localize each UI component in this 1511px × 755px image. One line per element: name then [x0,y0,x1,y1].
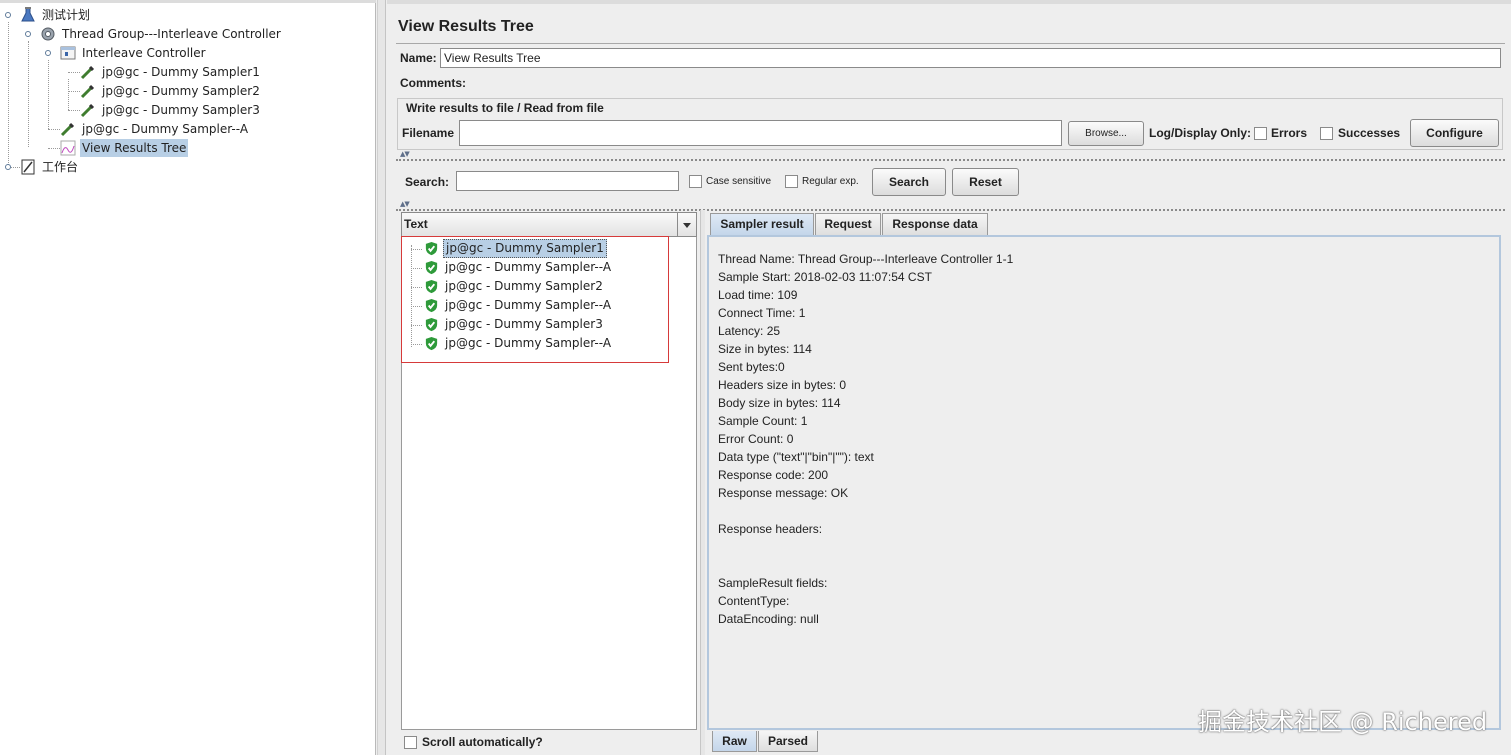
divider [396,43,1505,44]
errors-label: Errors [1271,126,1308,140]
filename-label: Filename [402,126,455,140]
name-field[interactable]: View Results Tree [440,48,1501,68]
detail-line [718,538,1013,556]
detail-line: Data type ("text"|"bin"|""): text [718,450,874,464]
detail-line: Size in bytes: 114 [718,342,812,356]
comments-label: Comments: [400,76,467,90]
scroll-automatically-label: Scroll automatically? [422,735,543,749]
detail-line [718,556,1013,574]
tree-line [28,41,29,147]
successes-label: Successes [1338,126,1401,140]
detail-line: Error Count: 0 [718,432,794,446]
top-strip [387,0,1511,4]
detail-line: Headers size in bytes: 0 [718,378,847,392]
filename-field[interactable] [459,120,1062,146]
detail-line: Response message: OK [718,486,849,500]
tree-line [8,22,9,165]
tree-item-label: 测试计划 [42,8,91,22]
flask-icon [21,7,35,22]
detail-line: Sample Count: 1 [718,414,808,428]
dropdown-arrow-icon[interactable] [677,213,696,236]
case-sensitive-checkbox[interactable] [689,175,702,188]
name-label: Name: [400,51,437,65]
detail-line: DataEncoding: null [718,612,819,626]
sampler-result-lines: Thread Name: Thread Group---Interleave C… [718,250,1013,628]
expand-handle-icon[interactable] [25,31,31,37]
detail-line: Sample Start: 2018-02-03 11:07:54 CST [718,270,932,284]
regex-checkbox[interactable] [785,175,798,188]
comments-field[interactable] [465,73,1501,93]
tree-line [68,91,80,92]
tree-item-label: Thread Group---Interleave Controller [62,27,281,41]
detail-line: Response code: 200 [718,468,829,482]
graph-icon [60,140,76,156]
tree-item-label: View Results Tree [80,139,189,157]
top-strip [0,0,376,3]
test-plan-tree[interactable]: 测试计划 Thread Group---Interleave Controlle… [0,0,376,755]
detail-line: Connect Time: 1 [718,306,806,320]
detail-line: ContentType: [718,594,790,608]
workbench-icon [21,159,35,175]
expand-handle-icon[interactable] [45,50,51,56]
tab-sampler-result[interactable]: Sampler result [710,213,814,235]
tab-raw[interactable]: Raw [712,731,757,752]
pipette-icon [80,65,95,80]
scroll-automatically-checkbox[interactable] [404,736,417,749]
collapse-arrows-icon[interactable]: ▲▼ [400,150,410,158]
configure-button[interactable]: Configure [1410,119,1499,147]
detail-line: Latency: 25 [718,324,781,338]
collapse-arrows-icon[interactable]: ▲▼ [400,200,410,208]
sampler-result-text: Thread Name: Thread Group---Interleave C… [707,235,1501,730]
log-display-label: Log/Display Only: [1149,126,1252,140]
split-pane-divider[interactable] [377,0,386,755]
file-group-title: Write results to file / Read from file [404,101,606,115]
tree-item-label: jp@gc - Dummy Sampler2 [102,84,260,98]
case-sensitive-label: Case sensitive [706,176,772,187]
detail-line: SampleResult fields: [718,576,828,590]
browse-button[interactable]: Browse... [1068,121,1144,146]
detail-line: Sent bytes:0 [718,360,785,374]
successes-checkbox[interactable] [1320,127,1333,140]
pipette-icon [80,84,95,99]
tree-line [48,60,49,129]
tree-line [48,148,60,149]
detail-line [718,502,1013,520]
tree-item-label: jp@gc - Dummy Sampler1 [102,65,260,79]
pipette-icon [60,122,75,137]
errors-checkbox[interactable] [1254,127,1267,140]
detail-line: Thread Name: Thread Group---Interleave C… [718,252,1014,266]
tree-line [68,110,80,111]
watermark: 掘金技术社区 @ Richered [1198,708,1488,736]
controller-icon [60,46,76,60]
tree-line [68,79,69,110]
detail-line: Load time: 109 [718,288,798,302]
tab-response-data[interactable]: Response data [882,213,988,235]
tree-item-label: jp@gc - Dummy Sampler--A [82,122,249,136]
highlight-annotation [401,236,669,363]
pipette-icon [80,103,95,118]
tree-line [48,129,60,130]
search-input[interactable] [456,171,679,191]
expand-handle-icon[interactable] [5,164,11,170]
tab-parsed[interactable]: Parsed [758,731,818,752]
search-button[interactable]: Search [872,168,946,196]
gear-icon [41,27,55,41]
tab-request[interactable]: Request [815,213,881,235]
tree-item-label: Interleave Controller [82,46,206,60]
renderer-select-value: Text [404,217,428,231]
reset-button[interactable]: Reset [952,168,1019,196]
tree-item-label: 工作台 [42,160,79,174]
renderer-select[interactable]: Text [401,212,697,237]
detail-line: Body size in bytes: 114 [718,396,841,410]
page-title: View Results Tree [398,18,534,35]
detail-line: Response headers: [718,522,823,536]
divider[interactable] [396,159,1505,161]
search-label: Search: [405,175,450,189]
divider[interactable] [396,209,1505,211]
tree-item-label: jp@gc - Dummy Sampler3 [102,103,260,117]
split-pane-divider[interactable] [700,210,705,755]
regex-label: Regular exp. [802,176,859,187]
expand-handle-icon[interactable] [5,12,11,18]
tree-line [68,72,80,73]
